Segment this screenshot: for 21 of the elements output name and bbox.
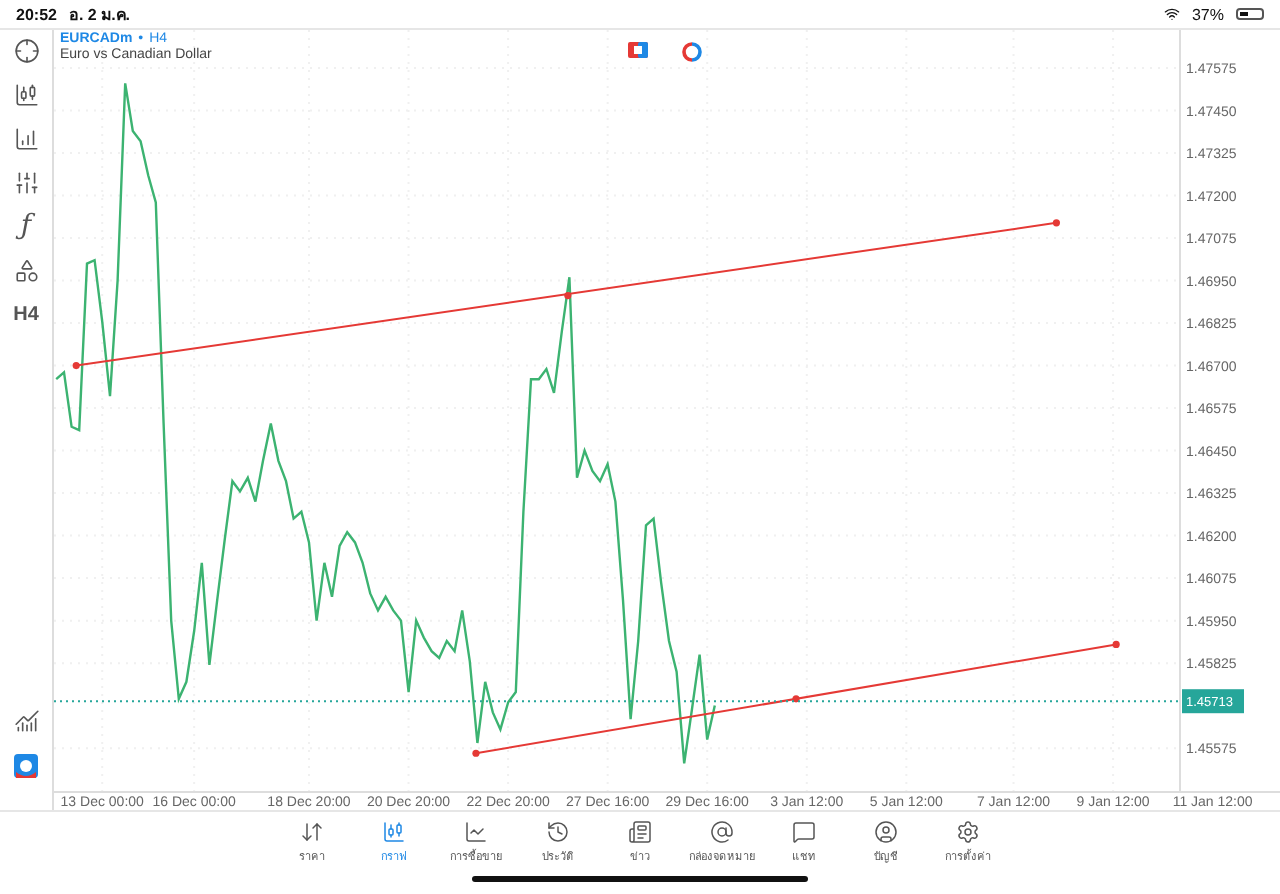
at-sign-icon bbox=[710, 820, 734, 844]
current-price-tag bbox=[1182, 689, 1244, 714]
line-chart-icon bbox=[464, 820, 488, 844]
trend-line[interactable] bbox=[472, 640, 1120, 757]
settings-icon bbox=[956, 820, 980, 844]
app-logo-icon[interactable] bbox=[8, 748, 44, 782]
sort-arrows-icon bbox=[300, 820, 324, 844]
chat-icon bbox=[792, 820, 816, 844]
user-icon bbox=[874, 820, 898, 844]
timeframe-button[interactable]: H4 bbox=[13, 298, 39, 332]
function-button[interactable]: ƒ bbox=[20, 210, 32, 244]
wifi-icon bbox=[1163, 6, 1180, 22]
battery-percent: 37% bbox=[1191, 5, 1224, 23]
history-icon bbox=[546, 820, 570, 844]
one-click-icon[interactable] bbox=[682, 42, 702, 62]
battery-icon bbox=[1236, 8, 1264, 20]
clock: 20:52 bbox=[16, 5, 57, 23]
candlestick-icon bbox=[382, 820, 406, 844]
newspaper-icon bbox=[628, 820, 652, 844]
date: อ. 2 ม.ค. bbox=[68, 3, 131, 27]
trade-icon[interactable] bbox=[628, 42, 648, 58]
